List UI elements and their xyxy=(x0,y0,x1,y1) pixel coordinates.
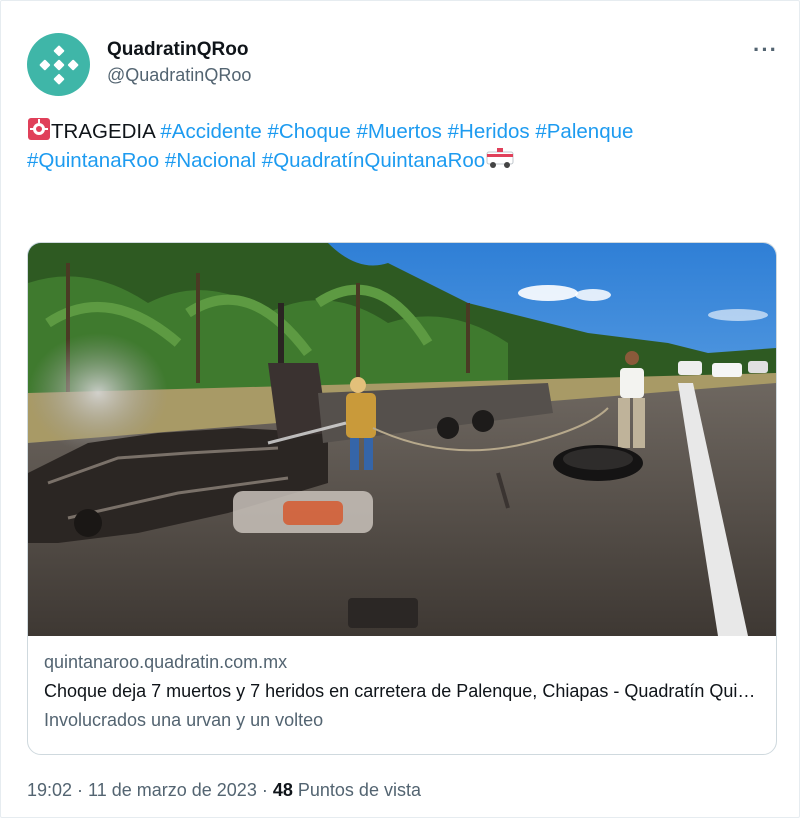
views-count: 48 xyxy=(272,780,293,800)
tweet-date[interactable]: 11 de marzo de 2023 xyxy=(88,780,257,800)
tweet-time[interactable]: 19:02 xyxy=(27,780,72,800)
hashtag[interactable]: #QuadratínQuintanaRoo xyxy=(262,149,485,172)
ambulance-emoji-icon xyxy=(486,148,514,168)
avatar[interactable] xyxy=(27,33,90,96)
display-name[interactable]: QuadratinQRoo xyxy=(107,39,248,61)
hashtag[interactable]: #Accidente xyxy=(160,120,261,143)
link-preview-card[interactable]: quintanaroo.quadratin.com.mx Choque deja… xyxy=(27,242,777,755)
hashtag[interactable]: #QuintanaRoo xyxy=(27,149,159,172)
hashtag[interactable]: #Palenque xyxy=(535,120,633,143)
link-domain[interactable]: quintanaroo.quadratin.com.mx xyxy=(44,652,764,673)
siren-emoji-icon xyxy=(28,118,50,140)
tweet-text: TRAGEDIA #Accidente #Choque #Muertos #He… xyxy=(27,117,777,175)
link-title[interactable]: Choque deja 7 muertos y 7 heridos en car… xyxy=(44,681,764,702)
quadratin-logo-icon xyxy=(38,44,79,85)
link-description: Involucrados una urvan y un volteo xyxy=(44,710,324,730)
account-handle[interactable]: @QuadratinQRoo xyxy=(107,65,251,86)
tweet-footer: 19:02 · 11 de marzo de 2023 · 48 Puntos … xyxy=(27,780,421,800)
lead-word: TRAGEDIA xyxy=(51,120,155,143)
hashtag[interactable]: #Nacional xyxy=(165,149,256,172)
hashtag[interactable]: #Choque xyxy=(268,120,351,143)
link-meta[interactable]: quintanaroo.quadratin.com.mx Choque deja… xyxy=(44,652,764,731)
hashtag[interactable]: #Heridos xyxy=(448,120,530,143)
views-label: Puntos de vista xyxy=(297,780,421,800)
tweet-card: QuadratinQRoo @QuadratinQRoo ··· TRAGEDI… xyxy=(0,0,800,818)
hashtag[interactable]: #Muertos xyxy=(356,120,441,143)
accident-photo[interactable] xyxy=(28,243,776,636)
more-options-icon[interactable]: ··· xyxy=(753,37,778,63)
